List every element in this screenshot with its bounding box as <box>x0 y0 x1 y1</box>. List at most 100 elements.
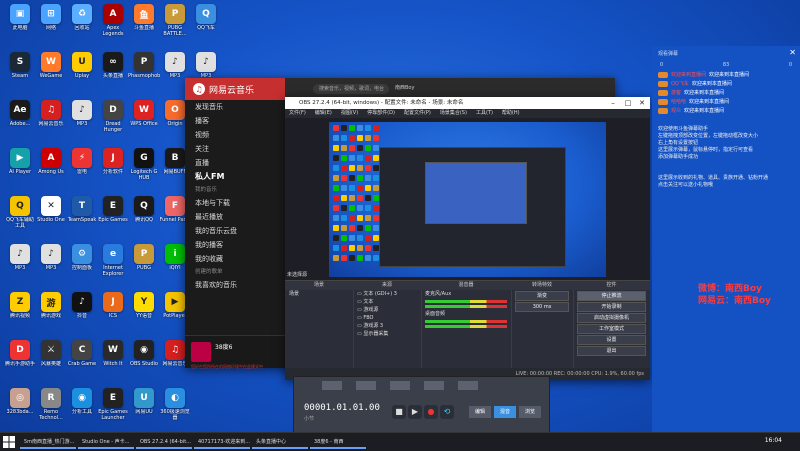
desktop-icon[interactable]: R Remo Technol... <box>35 388 67 421</box>
danmu-panel[interactable]: 观看弹幕 ✕ 0 83 0 欢迎来到直播间 欢迎来到本直播间 QQ飞车 欢迎来到本直播间游… <box>652 46 800 432</box>
desktop-icon[interactable]: ⚙ 控制面板 <box>66 244 98 277</box>
desktop-icon[interactable]: ♻ 回收站 <box>66 4 98 37</box>
mixer-meter[interactable] <box>425 305 507 308</box>
desktop-icon[interactable]: ◉ 分析工具 <box>66 388 98 421</box>
obs-control-button[interactable]: 退出 <box>577 346 646 356</box>
danmu-user[interactable]: 观众 <box>671 108 681 114</box>
close-icon[interactable]: ✕ <box>635 97 649 109</box>
desktop-icon[interactable]: Ae Adobe... <box>4 100 36 133</box>
obs-control-button[interactable]: 启动虚拟摄像机 <box>577 313 646 323</box>
music-my-item[interactable]: 我的播客 <box>185 238 285 252</box>
desktop-icon[interactable]: U 网易UU <box>128 388 160 421</box>
music-nav-item[interactable]: 视频 <box>185 128 285 142</box>
desktop-icon[interactable]: ◐ 360极速浏览器 <box>159 388 191 421</box>
desktop-icon[interactable]: e Internet Explorer <box>97 244 129 277</box>
source-item[interactable]: ▭ 文本 (GDI+) 3 <box>353 290 421 298</box>
taskbar-item[interactable]: 38度6 - 南西 <box>310 435 366 449</box>
desktop-icon[interactable]: S Steam <box>4 52 36 85</box>
source-item[interactable]: ▭ 游戏源 <box>353 306 421 314</box>
music-nav-item[interactable]: 关注 <box>185 142 285 156</box>
desktop-icon[interactable]: P PUBG <box>128 244 160 277</box>
danmu-user[interactable]: 哈哈哈 <box>671 99 686 105</box>
obs-menu-item[interactable]: 编辑(E) <box>315 110 332 116</box>
music-nav-item[interactable]: 播客 <box>185 114 285 128</box>
danmu-user[interactable]: QQ飞车 <box>671 81 689 87</box>
desktop-icon[interactable]: W WPS Office <box>128 100 160 133</box>
obs-menu-item[interactable]: 场景集合(S) <box>440 110 467 116</box>
obs-preview[interactable] <box>285 118 650 280</box>
song-art[interactable] <box>191 342 211 362</box>
taskbar-item[interactable]: 40717173-欢迎来到... <box>194 435 250 449</box>
desktop-icon[interactable]: Y YY语音 <box>128 292 160 325</box>
desktop-icon[interactable]: Q QQ飞车辅助工具 <box>4 196 36 229</box>
desktop-icon[interactable]: A Apex Legends <box>97 4 129 37</box>
music-nav-item[interactable]: 直播 <box>185 156 285 170</box>
taskbar-item[interactable]: Studio One - 声卡... <box>78 435 134 449</box>
studio-tab[interactable]: 编辑 <box>469 406 491 418</box>
desktop-icon[interactable]: ♫ 网易云音乐 <box>35 100 67 133</box>
desktop-icon[interactable]: ⚡ 雷电 <box>66 148 98 181</box>
obs-menu-item[interactable]: 文件(F) <box>289 110 306 116</box>
obs-menu-item[interactable]: 视图(V) <box>341 110 358 116</box>
mixer-meter[interactable] <box>425 325 507 328</box>
desktop-icon[interactable]: PPhasmophobia <box>128 52 160 85</box>
loop-icon[interactable]: ⟲ <box>440 405 454 419</box>
studio-one-transport[interactable]: 00001.01.01.00 小节 ■ ▶ ● ⟲ 编辑 混音 浏览 <box>293 376 550 433</box>
desktop-icon[interactable]: ♪ MP3 <box>35 244 67 277</box>
music-my-item[interactable]: 最近播放 <box>185 210 285 224</box>
desktop-icon[interactable]: G Logitech G HUB <box>128 148 160 181</box>
music-my-item[interactable]: 我的收藏 <box>185 252 285 266</box>
obs-menu-item[interactable]: 帮助(H) <box>502 110 520 116</box>
desktop-icon[interactable]: ⚔ 风暴英雄 <box>35 340 67 373</box>
desktop-icon[interactable]: 鱼斗鱼直播 <box>128 4 160 37</box>
music-my-item[interactable]: 我的音乐云盘 <box>185 224 285 238</box>
windows-start-icon[interactable] <box>3 436 15 448</box>
obs-menu-item[interactable]: 工具(T) <box>476 110 493 116</box>
desktop-icon[interactable]: ♪ MP3 <box>4 244 36 277</box>
desktop-icon[interactable]: ◎ 3283bda... <box>4 388 36 421</box>
obs-control-button[interactable]: 开始录制 <box>577 302 646 312</box>
desktop-icon[interactable]: W Witch It <box>97 340 129 373</box>
desktop-icon[interactable]: T TeamSpeak <box>66 196 98 229</box>
desktop-icon[interactable]: 游腾讯游戏 <box>35 292 67 325</box>
source-item[interactable]: ▭ 游戏源 3 <box>353 322 421 330</box>
music-search-input[interactable]: 搜索音乐，视频，歌词，电台 <box>313 84 389 94</box>
desktop-icon[interactable]: Z 腾讯视频 <box>4 292 36 325</box>
desktop-icon[interactable]: D 腾讯手游助手 <box>4 340 36 373</box>
desktop-icon[interactable]: U Uplay <box>66 52 98 85</box>
desktop-icon[interactable]: ▶ AI Player <box>4 148 36 181</box>
mixer-meter[interactable] <box>425 320 507 323</box>
desktop-icon[interactable]: A Among Us <box>35 148 67 181</box>
music-logo[interactable]: ♫ 网易云音乐 <box>185 78 285 100</box>
desktop-icon[interactable]: P PUBG BATTLE... <box>159 4 191 37</box>
desktop-icon[interactable]: ∞ 头条直播 <box>97 52 129 85</box>
desktop-icon[interactable]: D Dread Hunger <box>97 100 129 133</box>
taskbar-item[interactable]: OBS 27.2.4 (64-bit... <box>136 435 192 449</box>
obs-menu-item[interactable]: 配置文件(P) <box>404 110 431 116</box>
desktop-icon[interactable]: ◉ OBS Studio <box>128 340 160 373</box>
desktop-icon[interactable]: J 分析软件 <box>97 148 129 181</box>
music-now-playing[interactable]: 38度6 您好在您所所在的网络环境中在此模式中 <box>185 335 285 369</box>
music-nav-item[interactable]: 私人FM <box>185 170 285 184</box>
desktop-icon[interactable]: ♪ 抖音 <box>66 292 98 325</box>
mixer-meter[interactable] <box>425 300 507 303</box>
scene-item[interactable]: 场景 <box>285 290 353 298</box>
music-nav-item[interactable]: 发现音乐 <box>185 100 285 114</box>
record-icon[interactable]: ● <box>424 405 438 419</box>
taskbar-item[interactable]: 头条直播中心 <box>252 435 308 449</box>
desktop-icon[interactable]: C Crab Game <box>66 340 98 373</box>
desktop-icon[interactable]: ♪ MP3 <box>66 100 98 133</box>
taskbar-item[interactable]: 5m南西直播_热门游... <box>20 435 76 449</box>
transition-duration[interactable]: 300 ms <box>515 302 569 312</box>
close-icon[interactable]: ✕ <box>789 48 796 57</box>
desktop-icon[interactable]: E Epic Games Launcher <box>97 388 129 421</box>
transition-select[interactable]: 渐变 <box>515 291 569 301</box>
desktop-icon[interactable]: W WeGame <box>35 52 67 85</box>
minimize-icon[interactable]: – <box>606 97 620 109</box>
desktop-icon[interactable]: J ICS <box>97 292 129 325</box>
desktop-icon[interactable]: ▣ 此电脑 <box>4 4 36 37</box>
maximize-icon[interactable]: □ <box>621 97 635 109</box>
source-item[interactable]: ▭ 显示器采集 <box>353 330 421 338</box>
desktop-icon[interactable]: E Epic Games <box>97 196 129 229</box>
source-item[interactable]: ▭ 文本 <box>353 298 421 306</box>
